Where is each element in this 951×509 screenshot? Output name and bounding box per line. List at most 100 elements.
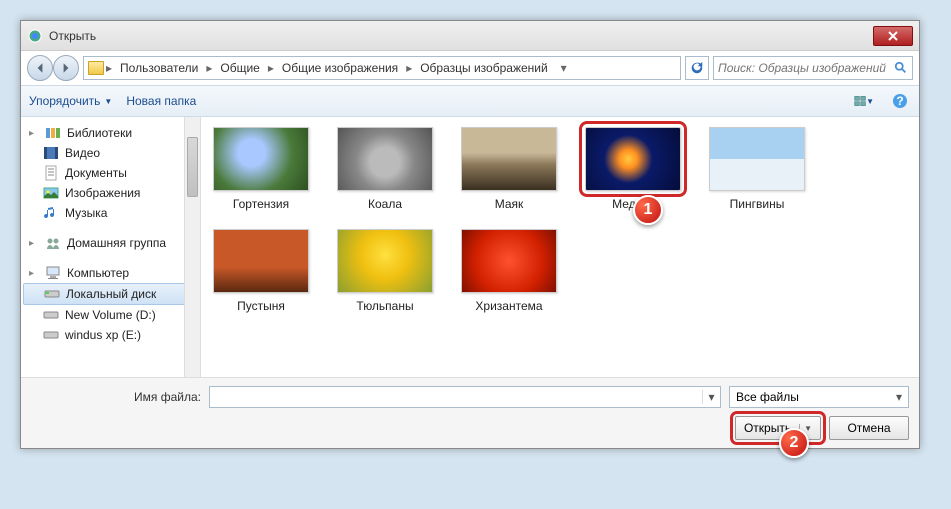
new-folder-button[interactable]: Новая папка — [126, 94, 196, 108]
open-dialog: Открыть ▸ Пользователи ▸ Общие ▸ Общие и… — [20, 20, 920, 449]
thumbnail-image — [709, 127, 805, 191]
drive-icon — [44, 286, 60, 302]
thumbnail-label: Гортензия — [233, 197, 289, 211]
search-box[interactable] — [713, 56, 913, 80]
breadcrumb-item[interactable]: Общие — [214, 61, 265, 75]
view-button[interactable]: ▼ — [853, 90, 875, 112]
help-button[interactable]: ? — [889, 90, 911, 112]
refresh-button[interactable] — [685, 56, 709, 80]
cancel-label: Отмена — [847, 421, 890, 435]
thumbnail-image — [213, 127, 309, 191]
libraries-icon — [45, 125, 61, 141]
sidebar-label: Документы — [65, 166, 127, 180]
file-thumbnail[interactable]: Пингвины — [707, 127, 807, 211]
organize-label: Упорядочить — [29, 94, 100, 108]
cancel-button[interactable]: Отмена — [829, 416, 909, 440]
file-thumbnail[interactable]: Хризантема — [459, 229, 559, 313]
titlebar: Открыть — [21, 21, 919, 51]
sidebar-computer[interactable]: ▸ Компьютер — [21, 263, 200, 283]
chevron-right-icon: ▸ — [106, 61, 112, 75]
svg-text:?: ? — [896, 94, 903, 108]
drive-icon — [43, 307, 59, 323]
refresh-icon — [690, 61, 704, 75]
file-thumbnail[interactable]: Медуза — [583, 127, 683, 211]
thumbnail-label: Пингвины — [730, 197, 785, 211]
forward-button[interactable] — [53, 55, 79, 81]
back-button[interactable] — [27, 55, 53, 81]
expand-icon: ▸ — [29, 238, 39, 249]
file-thumbnail[interactable]: Гортензия — [211, 127, 311, 211]
thumbnail-image — [213, 229, 309, 293]
open-button[interactable]: Открыть ▼ — [735, 416, 821, 440]
file-thumbnail[interactable]: Тюльпаны — [335, 229, 435, 313]
sidebar-homegroup[interactable]: ▸ Домашняя группа — [21, 233, 200, 253]
file-type-filter[interactable]: Все файлы ▾ — [729, 386, 909, 408]
search-icon — [894, 61, 908, 75]
documents-icon — [43, 165, 59, 181]
thumbnail-label: Коала — [368, 197, 402, 211]
organize-button[interactable]: Упорядочить ▼ — [29, 94, 112, 108]
expand-icon: ▸ — [29, 128, 39, 139]
sidebar-label: Локальный диск — [66, 287, 156, 301]
sidebar-label: New Volume (D:) — [65, 308, 156, 322]
chevron-right-icon: ▸ — [206, 61, 212, 75]
sidebar: ▸ Библиотеки Видео Документы Изображения — [21, 117, 201, 377]
sidebar-item-documents[interactable]: Документы — [21, 163, 200, 183]
callout-1: 1 — [633, 195, 663, 225]
sidebar-item-video[interactable]: Видео — [21, 143, 200, 163]
thumbnail-image — [461, 127, 557, 191]
sidebar-libraries[interactable]: ▸ Библиотеки — [21, 123, 200, 143]
sidebar-label: Музыка — [65, 206, 107, 220]
sidebar-label: Домашняя группа — [67, 236, 166, 250]
breadcrumb[interactable]: ▸ Пользователи ▸ Общие ▸ Общие изображен… — [83, 56, 681, 80]
chevron-down-icon[interactable]: ▾ — [702, 390, 720, 404]
file-thumbnail[interactable]: Пустыня — [211, 229, 311, 313]
search-input[interactable] — [718, 61, 894, 75]
close-icon — [888, 31, 898, 41]
breadcrumb-dropdown[interactable]: ▾ — [556, 61, 572, 75]
window-title: Открыть — [49, 29, 873, 43]
chevron-down-icon: ▼ — [866, 97, 874, 106]
sidebar-item-music[interactable]: Музыка — [21, 203, 200, 223]
chevron-right-icon: ▸ — [406, 61, 412, 75]
view-icon — [854, 94, 866, 108]
dialog-body: ▸ Библиотеки Видео Документы Изображения — [21, 117, 919, 377]
images-icon — [43, 185, 59, 201]
sidebar-item-images[interactable]: Изображения — [21, 183, 200, 203]
sidebar-item-drive-e[interactable]: windus xp (E:) — [21, 325, 200, 345]
sidebar-item-local-disk[interactable]: Локальный диск — [23, 283, 198, 305]
nav-row: ▸ Пользователи ▸ Общие ▸ Общие изображен… — [21, 51, 919, 85]
thumbnail-label: Маяк — [495, 197, 524, 211]
homegroup-icon — [45, 235, 61, 251]
breadcrumb-item[interactable]: Пользователи — [114, 61, 204, 75]
filename-input[interactable]: ▾ — [209, 386, 721, 408]
file-list: Гортензия Коала Маяк Медуза Пингвины Пустыня Т… — [201, 117, 919, 377]
breadcrumb-item[interactable]: Образцы изображений — [414, 61, 553, 75]
close-button[interactable] — [873, 26, 913, 46]
thumbnail-label: Пустыня — [237, 299, 285, 313]
folder-icon — [88, 61, 104, 75]
help-icon: ? — [892, 93, 908, 109]
callout-2: 2 — [779, 428, 809, 458]
new-folder-label: Новая папка — [126, 94, 196, 108]
chevron-right-icon: ▸ — [268, 61, 274, 75]
expand-icon: ▸ — [29, 268, 39, 279]
app-icon — [27, 28, 43, 44]
thumbnail-label: Тюльпаны — [356, 299, 413, 313]
chevron-down-icon: ▼ — [104, 97, 112, 106]
computer-icon — [45, 265, 61, 281]
sidebar-label: Библиотеки — [67, 126, 132, 140]
chevron-down-icon[interactable]: ▾ — [896, 390, 902, 404]
filter-label: Все файлы — [736, 390, 799, 404]
video-icon — [43, 145, 59, 161]
thumbnail-label: Хризантема — [475, 299, 542, 313]
file-thumbnail[interactable]: Коала — [335, 127, 435, 211]
bottom-panel: Имя файла: ▾ Все файлы ▾ Открыть ▼ Отмен… — [21, 377, 919, 448]
file-thumbnail[interactable]: Маяк — [459, 127, 559, 211]
sidebar-label: Изображения — [65, 186, 140, 200]
toolbar: Упорядочить ▼ Новая папка ▼ ? — [21, 85, 919, 117]
sidebar-scrollbar[interactable] — [184, 117, 200, 377]
sidebar-item-drive-d[interactable]: New Volume (D:) — [21, 305, 200, 325]
music-icon — [43, 205, 59, 221]
breadcrumb-item[interactable]: Общие изображения — [276, 61, 404, 75]
